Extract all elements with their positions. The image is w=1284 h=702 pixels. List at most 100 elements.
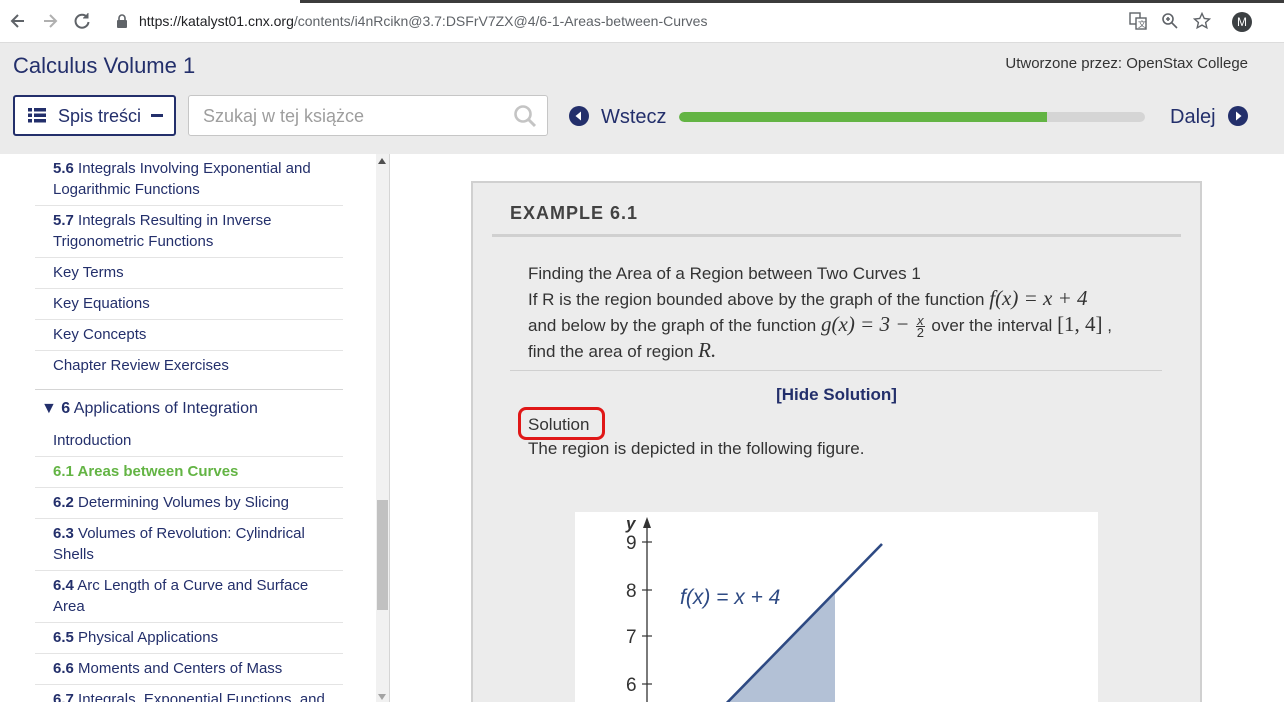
problem-line-2b: over the interval bbox=[931, 316, 1053, 335]
toc-item-title: Key Concepts bbox=[53, 326, 147, 343]
toc-item-number: 6.6 bbox=[53, 660, 74, 677]
toc-item-number: 6.3 bbox=[53, 525, 74, 542]
interval: [1, 4] bbox=[1057, 312, 1103, 336]
translate-icon[interactable]: 文 bbox=[1128, 12, 1148, 32]
chevron-left-icon bbox=[569, 106, 589, 126]
toc-item[interactable]: 6.4 Arc Length of a Curve and Surface Ar… bbox=[35, 571, 343, 623]
chevron-right-icon bbox=[1228, 106, 1248, 126]
problem-statement: Finding the Area of a Region between Two… bbox=[528, 261, 1168, 364]
problem-title: Finding the Area of a Region between Two… bbox=[528, 264, 921, 283]
shaded-region bbox=[728, 594, 835, 702]
toc-item[interactable]: Introduction bbox=[35, 426, 343, 457]
main-content: EXAMPLE 6.1 Finding the Area of a Region… bbox=[391, 154, 1284, 702]
minus-icon bbox=[151, 114, 163, 117]
toc-chapter-6[interactable]: ▼ 6 Applications of Integration bbox=[35, 389, 343, 426]
scroll-up-arrow-icon[interactable] bbox=[378, 158, 386, 164]
sidebar-scrollbar[interactable] bbox=[376, 154, 389, 702]
author-credit: Utworzone przez: OpenStax College bbox=[1005, 55, 1248, 72]
y-tick-label-7: 7 bbox=[626, 627, 637, 648]
next-page-button[interactable]: Dalej bbox=[1170, 106, 1250, 130]
toc-item-title: Integrals Resulting in Inverse Trigonome… bbox=[53, 212, 272, 250]
solution-heading-highlight: Solution bbox=[518, 407, 605, 440]
toc-item[interactable]: Key Equations bbox=[35, 289, 343, 320]
reload-icon[interactable] bbox=[72, 11, 92, 31]
toc-item-number: 6.1 bbox=[53, 463, 74, 480]
toc-item[interactable]: Key Terms bbox=[35, 258, 343, 289]
example-label: EXAMPLE 6.1 bbox=[510, 203, 639, 223]
chapter-number: 6 bbox=[61, 400, 71, 417]
f-expression: f(x) = x + 4 bbox=[989, 286, 1088, 310]
toc-item-number: 5.7 bbox=[53, 212, 74, 229]
toc-item[interactable]: 6.6 Moments and Centers of Mass bbox=[35, 654, 343, 685]
example-divider bbox=[492, 234, 1181, 237]
solution-figure: y 9 8 7 6 f(x) = x + 4 bbox=[575, 512, 1098, 702]
book-progress-bar bbox=[679, 112, 1145, 122]
url-path: /contents/i4nRcikn@3.7:DSFrV7ZX@4/6-1-Ar… bbox=[293, 13, 708, 29]
forward-arrow-icon[interactable] bbox=[40, 11, 60, 31]
table-of-contents-button[interactable]: Spis treści bbox=[13, 95, 176, 136]
svg-text:文: 文 bbox=[1138, 19, 1146, 29]
example-box: EXAMPLE 6.1 Finding the Area of a Region… bbox=[471, 181, 1202, 702]
toc-item-title: Integrals, Exponential Functions, and Lo… bbox=[78, 691, 325, 702]
hide-solution-link[interactable]: [Hide Solution] bbox=[473, 385, 1200, 405]
url-host: https://katalyst01.cnx.org bbox=[139, 13, 294, 29]
back-arrow-icon[interactable] bbox=[8, 11, 28, 31]
toc-item[interactable]: 6.7 Integrals, Exponential Functions, an… bbox=[35, 685, 343, 702]
chapter-title: Applications of Integration bbox=[73, 400, 258, 417]
toc-item-title: Determining Volumes by Slicing bbox=[78, 494, 289, 511]
toc-item[interactable]: 6.1 Areas between Curves bbox=[35, 457, 343, 488]
toc-item[interactable]: 6.2 Determining Volumes by Slicing bbox=[35, 488, 343, 519]
window-top-border bbox=[300, 0, 1284, 3]
search-input[interactable] bbox=[203, 104, 503, 128]
lock-icon bbox=[117, 14, 127, 28]
toc-item-title: Physical Applications bbox=[78, 629, 219, 646]
expand-triangle-icon: ▼ bbox=[41, 400, 57, 417]
zoom-icon[interactable] bbox=[1160, 12, 1180, 32]
toc-item[interactable]: 5.6 Integrals Involving Exponential and … bbox=[35, 154, 343, 206]
scroll-down-arrow-icon[interactable] bbox=[378, 694, 386, 700]
g-fraction: x2 bbox=[916, 314, 925, 339]
y-tick-label-6: 6 bbox=[626, 675, 637, 696]
next-label: Dalej bbox=[1170, 106, 1216, 128]
book-title[interactable]: Calculus Volume 1 bbox=[13, 53, 195, 79]
search-icon[interactable] bbox=[513, 104, 537, 128]
toc-item-title: Integrals Involving Exponential and Loga… bbox=[53, 160, 311, 198]
toc-item-number: 6.7 bbox=[53, 691, 74, 702]
toc-item-title: Chapter Review Exercises bbox=[53, 357, 229, 374]
toc-list: 5.6 Integrals Involving Exponential and … bbox=[35, 154, 343, 702]
y-axis-label: y bbox=[625, 514, 637, 533]
toc-item[interactable]: Chapter Review Exercises bbox=[35, 351, 343, 381]
previous-label: Wstecz bbox=[601, 106, 667, 128]
toc-item-title: Moments and Centers of Mass bbox=[78, 660, 283, 677]
toc-item-number: 6.4 bbox=[53, 577, 74, 594]
toc-item-number: 6.5 bbox=[53, 629, 74, 646]
region-symbol: R. bbox=[698, 338, 717, 363]
progress-fill bbox=[679, 112, 1048, 122]
book-search-box[interactable] bbox=[188, 95, 548, 136]
toc-item[interactable]: 5.7 Integrals Resulting in Inverse Trigo… bbox=[35, 206, 343, 258]
scrollbar-thumb[interactable] bbox=[377, 500, 388, 610]
address-bar[interactable]: https://katalyst01.cnx.org/contents/i4nR… bbox=[139, 13, 707, 29]
problem-line-2a: and below by the graph of the function bbox=[528, 316, 817, 335]
toc-item-number: 6.2 bbox=[53, 494, 74, 511]
toc-item-number: 5.6 bbox=[53, 160, 74, 177]
toc-item[interactable]: 6.5 Physical Applications bbox=[35, 623, 343, 654]
problem-line-3: find the area of region bbox=[528, 342, 694, 362]
profile-avatar[interactable]: M bbox=[1232, 12, 1252, 32]
solution-text: The region is depicted in the following … bbox=[528, 439, 865, 458]
f-curve-label: f(x) = x + 4 bbox=[680, 586, 780, 609]
g-expression: g(x) = 3 − bbox=[821, 312, 910, 336]
bookmark-star-icon[interactable] bbox=[1192, 11, 1212, 32]
toc-item-title: Key Equations bbox=[53, 295, 150, 312]
solution-divider bbox=[510, 370, 1162, 371]
y-tick-label-9: 9 bbox=[626, 533, 637, 554]
toc-button-label: Spis treści bbox=[58, 106, 142, 126]
toc-item[interactable]: 6.3 Volumes of Revolution: Cylindrical S… bbox=[35, 519, 343, 571]
browser-toolbar: https://katalyst01.cnx.org/contents/i4nR… bbox=[0, 0, 1284, 43]
book-header: Calculus Volume 1 Utworzone przez: OpenS… bbox=[0, 43, 1284, 154]
solution-label: Solution bbox=[528, 415, 590, 434]
toc-sidebar: 5.6 Integrals Involving Exponential and … bbox=[0, 154, 390, 702]
toc-item[interactable]: Key Concepts bbox=[35, 320, 343, 351]
toc-item-title: Introduction bbox=[53, 432, 132, 449]
hide-solution-label[interactable]: [Hide Solution] bbox=[776, 385, 897, 404]
